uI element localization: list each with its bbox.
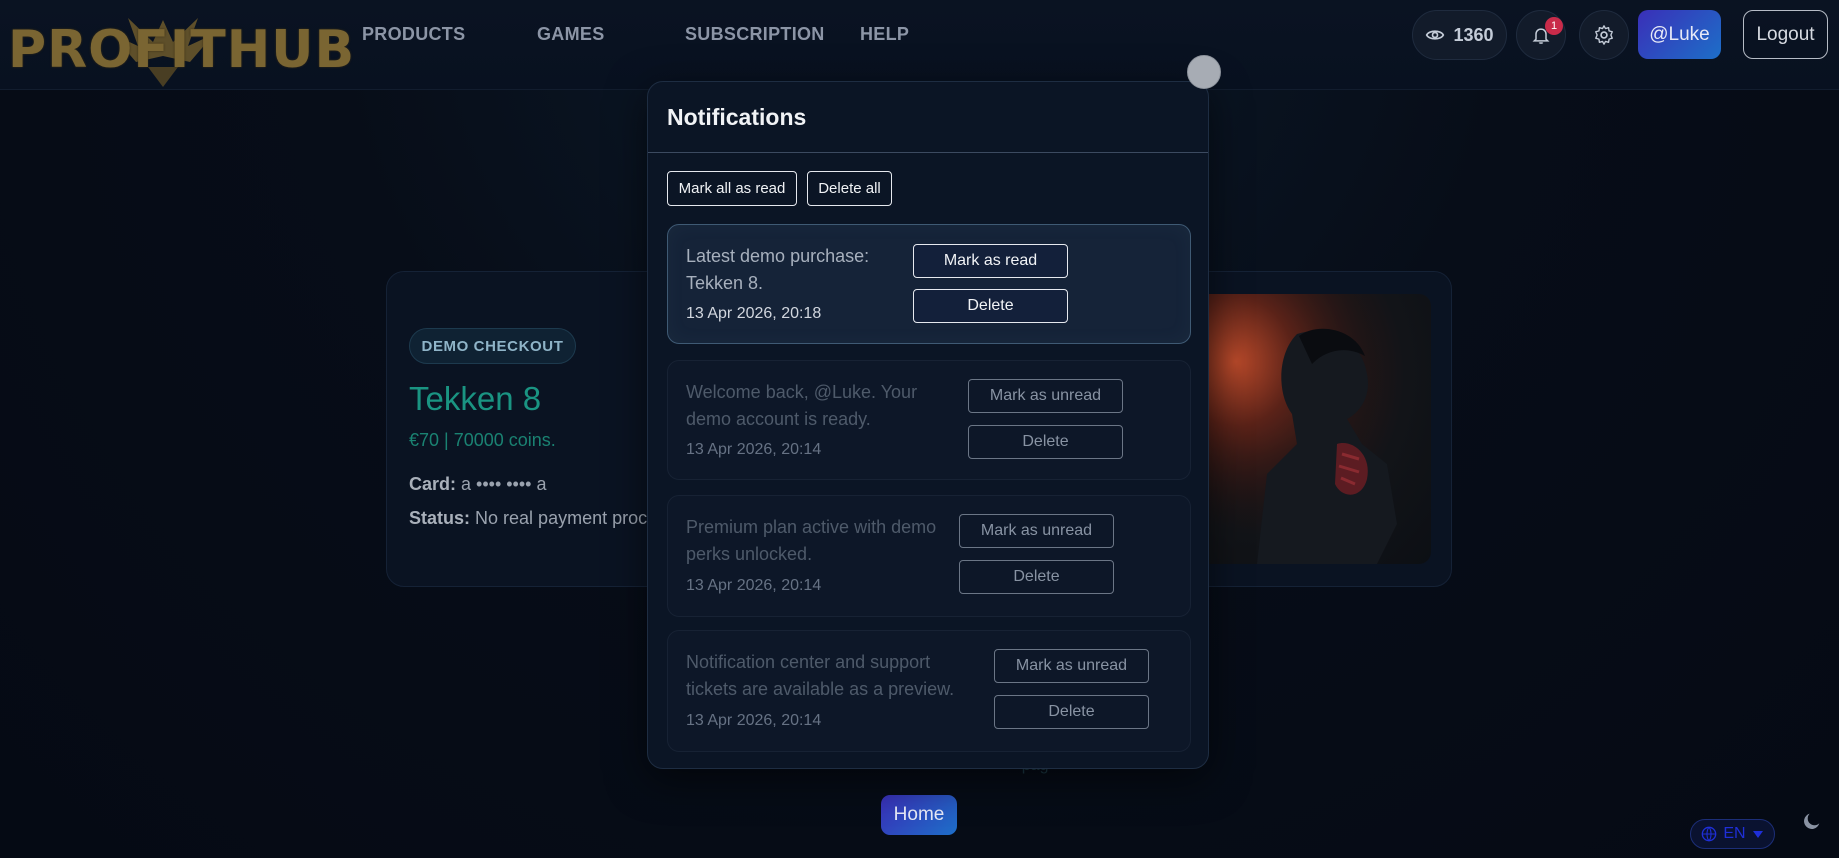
globe-icon	[1702, 826, 1717, 842]
notification-item[interactable]: Latest demo purchase: Tekken 8. 13 Apr 2…	[667, 224, 1191, 344]
panel-close-handle[interactable]	[1187, 55, 1221, 89]
notifications-title: Notifications	[667, 104, 807, 130]
delete-notification-button[interactable]: Delete	[994, 695, 1149, 729]
divider	[648, 152, 1208, 153]
notification-item[interactable]: Welcome back, @Luke. Your demo account i…	[667, 360, 1191, 480]
delete-notification-button[interactable]: Delete	[959, 560, 1114, 594]
mark-as-unread-button[interactable]: Mark as unread	[968, 379, 1123, 413]
status-label: Status:	[409, 508, 471, 528]
notification-item[interactable]: Notification center and support tickets …	[667, 630, 1191, 752]
notifications-panel: Notifications Mark all as read Delete al…	[647, 81, 1209, 769]
nav-help[interactable]: HELP	[860, 24, 909, 45]
mark-as-unread-button[interactable]: Mark as unread	[959, 514, 1114, 548]
gear-icon	[1595, 25, 1613, 45]
notification-message: Premium plan active with demo perks unlo…	[686, 514, 936, 568]
home-button[interactable]: Home	[881, 795, 957, 835]
game-title: Tekken 8	[409, 380, 542, 417]
fighter-artwork	[1187, 294, 1431, 564]
demo-checkout-badge: DEMO CHECKOUT	[409, 328, 576, 364]
mark-all-read-button[interactable]: Mark all as read	[667, 171, 797, 206]
notification-message-line: Premium plan active with demo	[686, 517, 937, 537]
language-selector[interactable]: EN	[1690, 819, 1775, 849]
status-info: Status: No real payment proc	[409, 508, 647, 529]
notification-item[interactable]: Premium plan active with demo perks unlo…	[667, 495, 1191, 617]
notification-message: Welcome back, @Luke. Your demo account i…	[686, 379, 917, 433]
mark-as-read-button[interactable]: Mark as read	[913, 244, 1068, 278]
delete-notification-button[interactable]: Delete	[968, 425, 1123, 459]
notification-timestamp: 13 Apr 2026, 20:14	[686, 441, 822, 458]
status-value: No real payment proc	[475, 508, 648, 528]
chevron-down-icon	[1752, 831, 1763, 838]
eye-icon	[1426, 30, 1445, 40]
language-code: EN	[1723, 825, 1746, 842]
notification-timestamp: 13 Apr 2026, 20:14	[686, 712, 822, 729]
logout-button[interactable]: Logout	[1743, 10, 1828, 59]
notification-message-line: Latest demo purchase:	[686, 246, 870, 266]
nav-subscription[interactable]: SUBSCRIPTION	[685, 24, 825, 45]
notification-timestamp: 13 Apr 2026, 20:14	[686, 577, 822, 594]
brand-logo[interactable]: PROFITHUB	[8, 12, 354, 87]
notification-count-badge: 1	[1545, 17, 1563, 35]
card-label: Card:	[409, 474, 457, 494]
card-info: Card: a •••• •••• a	[409, 474, 546, 495]
notification-message-line: Tekken 8.	[686, 273, 764, 293]
nav-products[interactable]: PRODUCTS	[362, 24, 465, 45]
notification-message: Latest demo purchase: Tekken 8.	[686, 243, 869, 297]
user-profile-button[interactable]: @Luke	[1638, 10, 1721, 59]
moon-icon[interactable]	[1801, 810, 1823, 832]
notification-message-line: tickets are available as a preview.	[686, 679, 955, 699]
settings-button[interactable]	[1579, 10, 1629, 60]
notification-message-line: Welcome back, @Luke. Your	[686, 382, 918, 402]
top-header: PROFITHUB PRODUCTS GAMES SUBSCRIPTION HE…	[0, 0, 1839, 90]
notification-message-line: perks unlocked.	[686, 544, 813, 564]
notifications-button[interactable]: 1	[1516, 10, 1566, 60]
logo-text: PROFITHUB	[8, 20, 356, 80]
game-price: €70 | 70000 coins.	[409, 430, 556, 450]
delete-all-button[interactable]: Delete all	[807, 171, 892, 206]
card-value: a •••• •••• a	[461, 474, 547, 494]
mark-as-unread-button[interactable]: Mark as unread	[994, 649, 1149, 683]
nav-games[interactable]: GAMES	[537, 24, 605, 45]
notification-message-line: demo account is ready.	[686, 409, 871, 429]
game-cover-image	[1187, 294, 1431, 564]
delete-notification-button[interactable]: Delete	[913, 289, 1068, 323]
notification-message: Notification center and support tickets …	[686, 649, 954, 703]
notification-message-line: Notification center and support	[686, 652, 931, 672]
notification-timestamp: 13 Apr 2026, 20:18	[686, 305, 822, 322]
coins-value: 1360	[1453, 24, 1494, 45]
coins-balance[interactable]: 1360	[1412, 10, 1507, 60]
